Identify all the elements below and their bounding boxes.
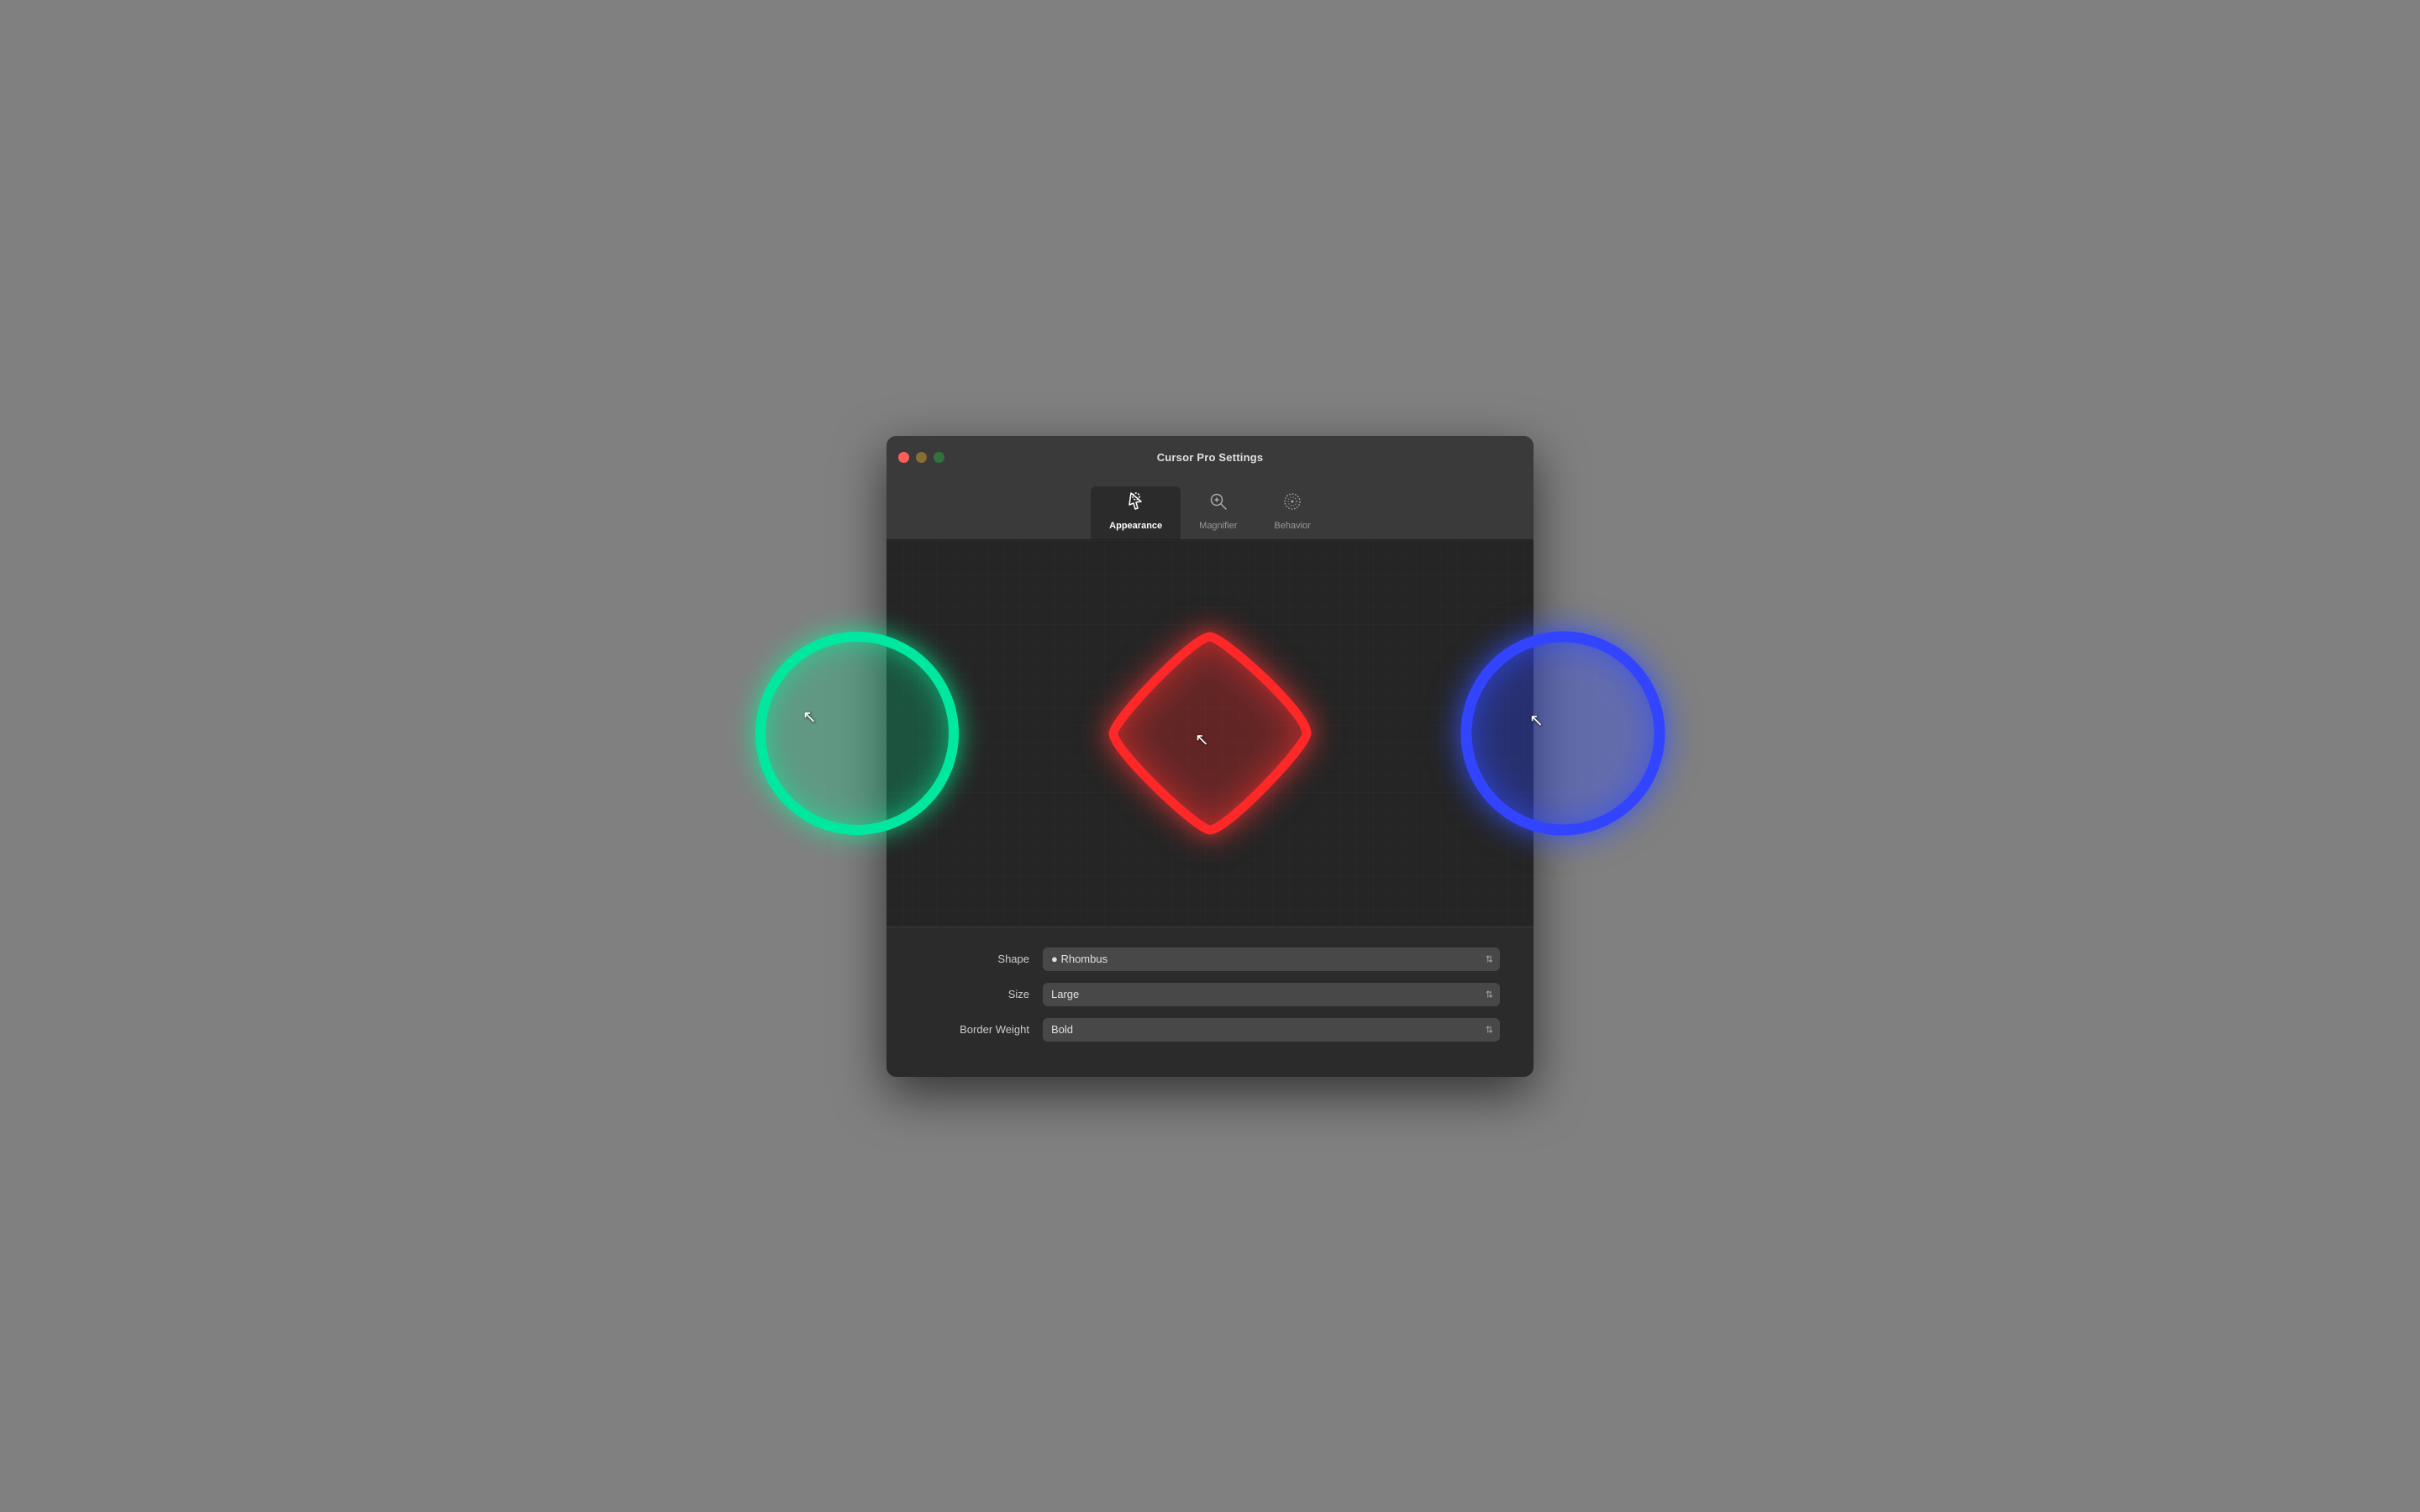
shape-blue-circle: ↖	[1449, 620, 1676, 847]
border-weight-select-wrapper[interactable]: Thin Regular Bold	[1043, 1018, 1500, 1042]
settings-area: Shape ● Rhombus ● Circle ● Square ● Tria…	[886, 927, 1534, 1077]
shape-select-wrapper[interactable]: ● Rhombus ● Circle ● Square ● Triangle	[1043, 948, 1500, 971]
size-label: Size	[920, 988, 1029, 1000]
size-select-wrapper[interactable]: Small Medium Large Extra Large	[1043, 983, 1500, 1006]
preview-area: ↖ ↖ ↖	[886, 540, 1534, 927]
window-title: Cursor Pro Settings	[1157, 451, 1264, 464]
title-bar: Cursor Pro Settings	[886, 436, 1534, 480]
tab-behavior[interactable]: Behavior	[1255, 486, 1328, 539]
shape-green-circle: ↖	[744, 620, 971, 847]
shape-select[interactable]: ● Rhombus ● Circle ● Square ● Triangle	[1043, 948, 1500, 971]
appearance-icon	[1126, 491, 1146, 517]
tab-magnifier[interactable]: Magnifier	[1181, 486, 1255, 539]
behavior-icon	[1282, 491, 1302, 517]
shape-setting-row: Shape ● Rhombus ● Circle ● Square ● Tria…	[920, 948, 1500, 971]
magnifier-icon	[1208, 491, 1228, 517]
maximize-button[interactable]	[934, 452, 944, 463]
minimize-button[interactable]	[916, 452, 927, 463]
tab-behavior-label: Behavior	[1274, 521, 1310, 531]
traffic-lights	[898, 452, 944, 463]
size-select[interactable]: Small Medium Large Extra Large	[1043, 983, 1500, 1006]
tab-appearance-label: Appearance	[1109, 521, 1162, 531]
shape-red-rhombus: ↖	[1088, 612, 1332, 855]
tab-magnifier-label: Magnifier	[1199, 521, 1237, 531]
settings-window: Cursor Pro Settings Appearance	[886, 436, 1534, 1077]
close-button[interactable]	[898, 452, 909, 463]
toolbar: Appearance Magnifier Behav	[886, 480, 1534, 540]
shape-label: Shape	[920, 953, 1029, 965]
tab-appearance[interactable]: Appearance	[1091, 486, 1181, 539]
border-weight-label: Border Weight	[920, 1023, 1029, 1036]
border-weight-setting-row: Border Weight Thin Regular Bold	[920, 1018, 1500, 1042]
border-weight-select[interactable]: Thin Regular Bold	[1043, 1018, 1500, 1042]
size-setting-row: Size Small Medium Large Extra Large	[920, 983, 1500, 1006]
